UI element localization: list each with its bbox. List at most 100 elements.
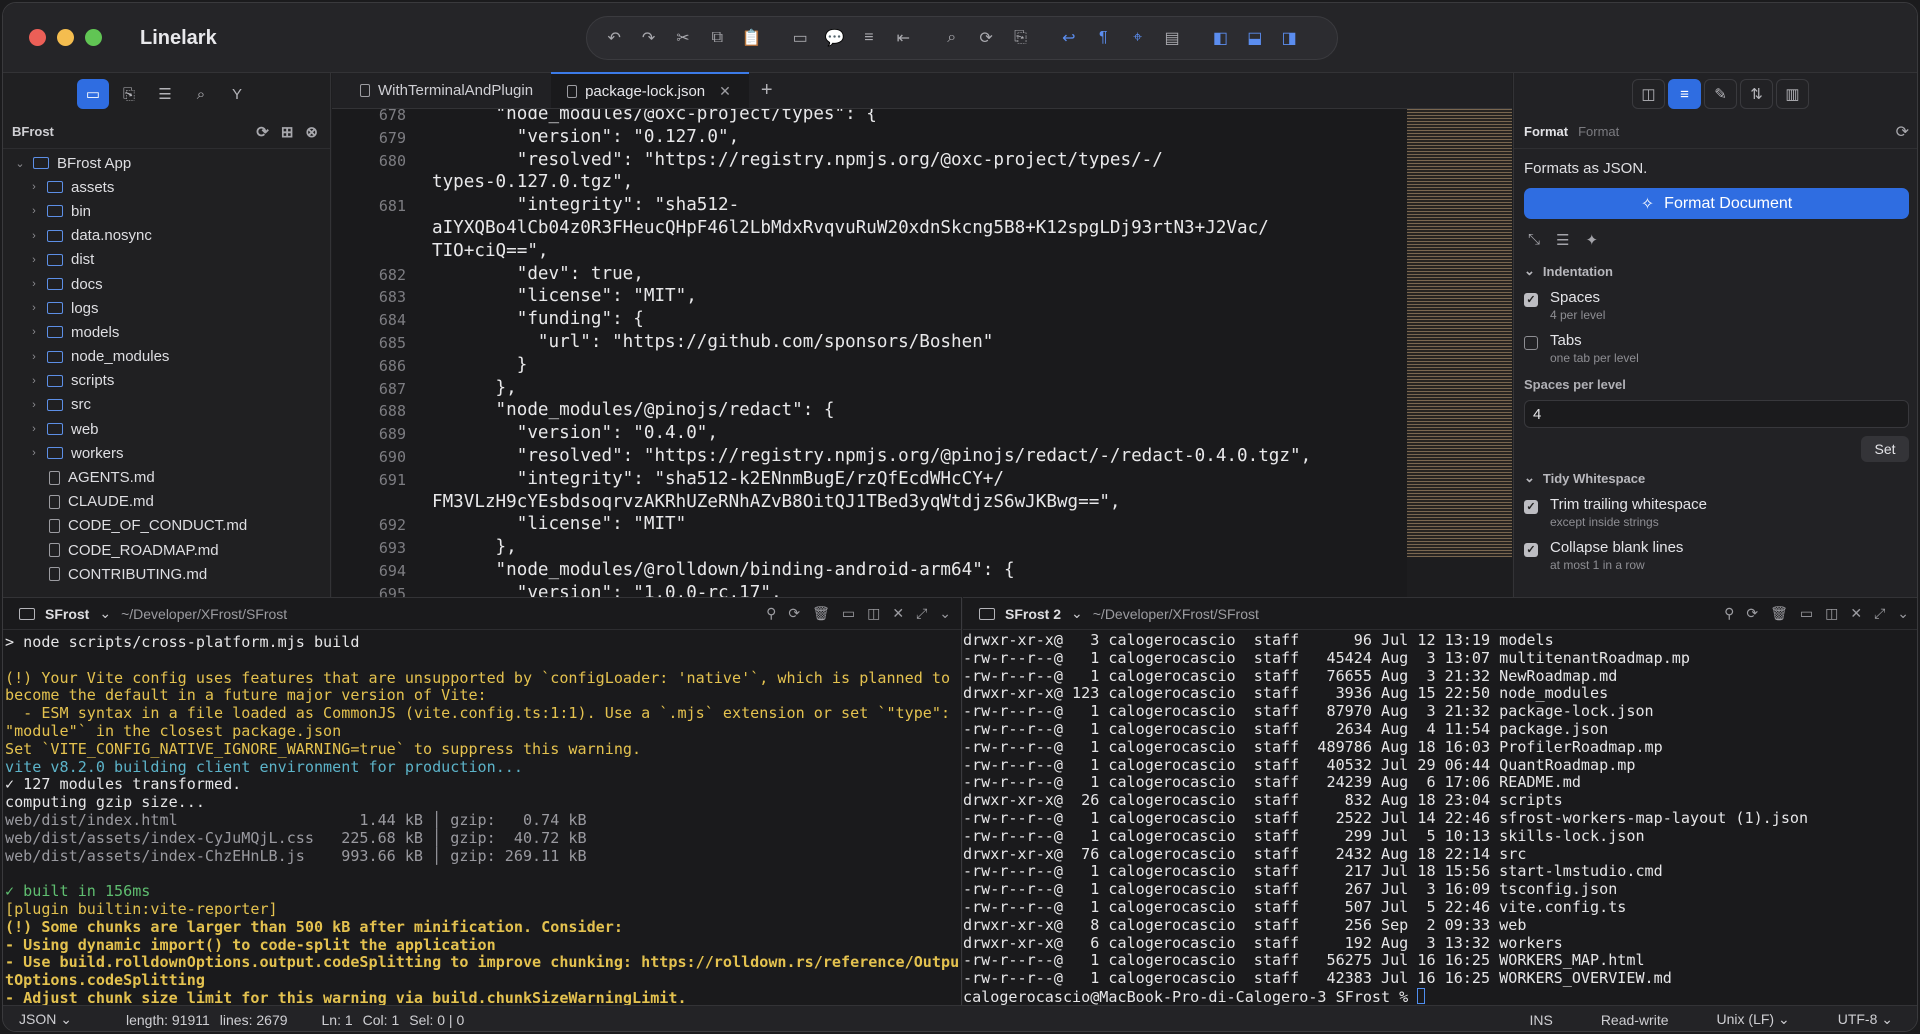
trim-checkbox[interactable]: ✓ <box>1524 500 1538 514</box>
refresh-icon[interactable]: ⟳ <box>256 123 269 141</box>
cut-icon[interactable]: ✂ <box>666 21 700 55</box>
chevron-right-icon[interactable]: › <box>27 399 41 411</box>
format-icon[interactable]: ≡ <box>1668 79 1701 109</box>
collapse-option[interactable]: ✓ Collapse blank lines at most 1 in a ro… <box>1524 539 1909 572</box>
minimap[interactable] <box>1407 109 1512 597</box>
folder-item[interactable]: › bin <box>3 199 330 223</box>
zoom-window-button[interactable] <box>85 29 102 46</box>
format-document-button[interactable]: ✧ Format Document <box>1524 188 1909 219</box>
spaces-option[interactable]: ✓ Spaces 4 per level <box>1524 289 1909 322</box>
search-icon[interactable]: ⌕ <box>185 79 217 109</box>
close-icon[interactable]: ✕ <box>719 83 731 100</box>
undo-icon[interactable]: ↶ <box>597 21 631 55</box>
split-view-icon[interactable]: ◫ <box>1632 79 1665 109</box>
folder-item[interactable]: › models <box>3 320 330 344</box>
outdent-icon[interactable]: ⇤ <box>886 21 920 55</box>
close-window-button[interactable] <box>29 29 46 46</box>
pin-icon[interactable]: ⚲ <box>766 605 776 622</box>
chevron-right-icon[interactable]: › <box>27 302 41 314</box>
chevron-right-icon[interactable]: › <box>27 326 41 338</box>
terminal-name[interactable]: SFrost 2 <box>1005 606 1061 622</box>
code-view[interactable]: 678 "node_modules/@oxc-project/types": {… <box>332 109 1397 597</box>
close-icon[interactable]: ✕ <box>1850 605 1862 622</box>
folder-item[interactable]: › docs <box>3 272 330 296</box>
file-item[interactable]: CODE_ROADMAP.md <box>3 538 330 562</box>
folder-item[interactable]: › assets <box>3 175 330 199</box>
trash-icon[interactable]: 🗑 <box>1770 605 1788 622</box>
redo-icon[interactable]: ↷ <box>631 21 665 55</box>
comment-icon[interactable]: 💬 <box>817 21 851 55</box>
folder-item[interactable]: ⌄ BFrost App <box>3 151 330 175</box>
close-icon[interactable]: ✕ <box>892 605 904 622</box>
encoding-selector[interactable]: UTF-8 ⌄ <box>1838 1011 1893 1028</box>
minify-icon[interactable]: ⤡ <box>1528 231 1540 249</box>
tidy-section-header[interactable]: ⌄ Tidy Whitespace <box>1524 470 1909 486</box>
set-button[interactable]: Set <box>1861 436 1909 462</box>
chevron-down-icon[interactable]: ⌄ <box>1897 605 1909 622</box>
paste-icon[interactable]: 📋 <box>735 21 769 55</box>
format-tab-active[interactable]: Format <box>1524 124 1568 139</box>
sort-icon[interactable]: ⇅ <box>1740 79 1773 109</box>
chevron-right-icon[interactable]: › <box>27 254 41 266</box>
split-icon[interactable]: ◫ <box>867 605 880 622</box>
folder-item[interactable]: › data.nosync <box>3 224 330 248</box>
restart-icon[interactable]: ⟳ <box>788 605 800 622</box>
chevron-down-icon[interactable]: ⌄ <box>13 157 27 170</box>
library-icon[interactable]: ▥ <box>1776 79 1809 109</box>
wrap-icon[interactable]: ↩ <box>1052 21 1086 55</box>
trash-icon[interactable]: 🗑 <box>812 605 830 622</box>
git-icon[interactable]: Y <box>221 79 253 109</box>
spaces-checkbox[interactable]: ✓ <box>1524 293 1538 307</box>
editor-tab[interactable]: WithTerminalAndPlugin <box>344 72 551 108</box>
insert-mode[interactable]: INS <box>1529 1012 1552 1028</box>
chevron-down-icon[interactable]: ⌄ <box>99 605 111 622</box>
folder-icon[interactable]: ▭ <box>1800 605 1813 622</box>
new-tab-button[interactable]: + <box>749 72 785 108</box>
documents-icon[interactable]: ⎘ <box>113 79 145 109</box>
indentation-section-header[interactable]: ⌄ Indentation <box>1524 263 1909 279</box>
refresh-icon[interactable]: ⟳ <box>1896 122 1909 142</box>
folder-item[interactable]: › web <box>3 417 330 441</box>
editor-tab[interactable]: package-lock.json ✕ <box>551 72 749 108</box>
pin-icon[interactable]: ⚲ <box>1724 605 1734 622</box>
terminal-left[interactable]: SFrost ⌄ ~/Developer/XFrost/SFrost ⚲ ⟳ 🗑… <box>3 597 962 1005</box>
chevron-right-icon[interactable]: › <box>27 351 41 363</box>
collapse-checkbox[interactable]: ✓ <box>1524 543 1538 557</box>
indent-list-icon[interactable]: ☰ <box>1556 231 1569 249</box>
tabs-checkbox[interactable] <box>1524 336 1538 350</box>
new-folder-icon[interactable]: ⊞ <box>281 123 294 141</box>
copy-icon[interactable]: ⧉ <box>700 21 734 55</box>
terminal-name[interactable]: SFrost <box>45 606 89 622</box>
chevron-right-icon[interactable]: › <box>27 375 41 387</box>
chevron-down-icon[interactable]: ⌄ <box>1071 605 1083 622</box>
bottom-panel-icon[interactable]: ⬓ <box>1238 21 1272 55</box>
outline-icon[interactable]: ☰ <box>149 79 181 109</box>
list-icon[interactable]: ≡ <box>852 21 886 55</box>
format-tab-inactive[interactable]: Format <box>1578 124 1619 139</box>
split-icon[interactable]: ◫ <box>1825 605 1838 622</box>
search-icon[interactable]: ⌕ <box>935 21 969 55</box>
read-write-mode[interactable]: Read-write <box>1601 1012 1669 1028</box>
select-icon[interactable]: ▭ <box>783 21 817 55</box>
trim-option[interactable]: ✓ Trim trailing whitespace except inside… <box>1524 496 1909 529</box>
file-item[interactable]: AGENTS.md <box>3 465 330 489</box>
edit-icon[interactable]: ✎ <box>1704 79 1737 109</box>
restart-icon[interactable]: ⟳ <box>1746 605 1758 622</box>
terminal-right[interactable]: SFrost 2 ⌄ ~/Developer/XFrost/SFrost ⚲ ⟳… <box>963 597 1917 1005</box>
chevron-down-icon[interactable]: ⌄ <box>939 605 951 622</box>
line-ending-selector[interactable]: Unix (LF) ⌄ <box>1717 1011 1790 1028</box>
file-item[interactable]: CONTRIBUTING.md <box>3 562 330 586</box>
chevron-right-icon[interactable]: › <box>27 278 41 290</box>
folder-item[interactable]: › scripts <box>3 369 330 393</box>
pilcrow-icon[interactable]: ¶ <box>1086 21 1120 55</box>
folder-item[interactable]: › dist <box>3 248 330 272</box>
folder-item[interactable]: › logs <box>3 296 330 320</box>
right-panel-icon[interactable]: ◨ <box>1272 21 1306 55</box>
chevron-right-icon[interactable]: › <box>27 423 41 435</box>
folder-item[interactable]: › workers <box>3 441 330 465</box>
spaces-per-level-input[interactable]: 4 <box>1524 400 1909 428</box>
sparkle-icon[interactable]: ✦ <box>1585 231 1598 249</box>
file-item[interactable]: CODE_OF_CONDUCT.md <box>3 514 330 538</box>
map-icon[interactable]: ⌖ <box>1120 21 1154 55</box>
language-selector[interactable]: JSON ⌄ <box>19 1011 72 1028</box>
